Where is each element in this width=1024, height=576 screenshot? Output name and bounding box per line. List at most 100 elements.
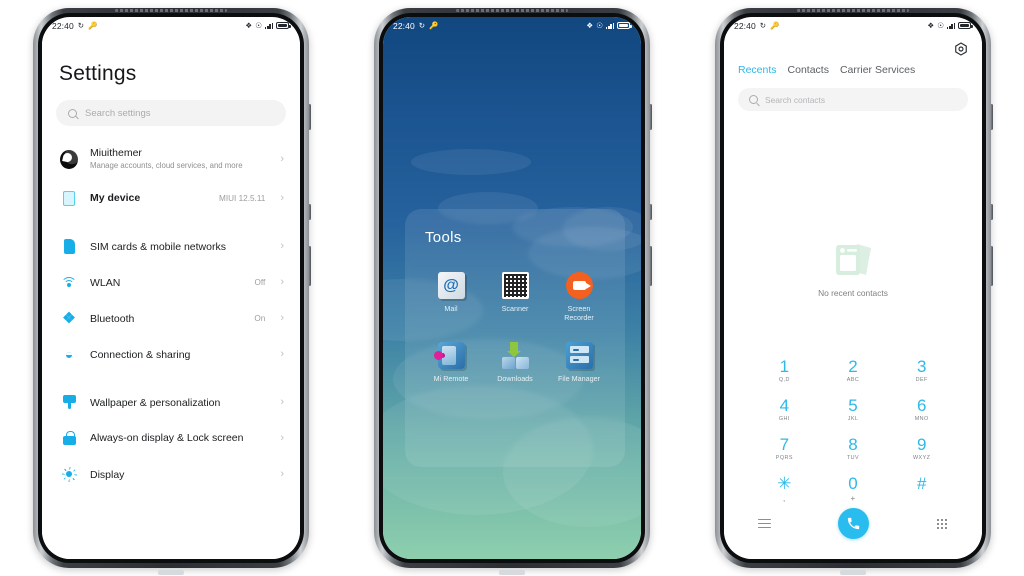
side-button-volume-down[interactable] bbox=[990, 204, 993, 220]
key-3[interactable]: 3 DEF bbox=[887, 352, 956, 391]
key-4[interactable]: 4 GHI bbox=[750, 391, 819, 430]
app-label: Mi Remote bbox=[433, 374, 469, 383]
app-label: Scanner bbox=[501, 304, 529, 313]
app-icon-screen-recorder[interactable]: Screen Recorder bbox=[547, 272, 611, 322]
key-2[interactable]: 2 ABC bbox=[819, 352, 888, 391]
qr-scanner-app-icon bbox=[501, 272, 529, 299]
app-icon-file-manager[interactable]: File Manager bbox=[547, 342, 611, 383]
earpiece-grill bbox=[797, 9, 909, 12]
bluetooth-icon: ❖ bbox=[62, 309, 76, 327]
key-number: 1 bbox=[779, 357, 790, 376]
tab-recents[interactable]: Recents bbox=[738, 64, 777, 76]
key-7[interactable]: 7 PQRS bbox=[750, 430, 819, 469]
key-number: 4 bbox=[779, 396, 790, 415]
account-text: Miuithemer Manage accounts, cloud servic… bbox=[90, 147, 268, 171]
key-number: ✳ bbox=[777, 474, 792, 493]
chevron-right-icon: › bbox=[280, 275, 284, 288]
bottom-port bbox=[840, 570, 866, 575]
side-button-power[interactable] bbox=[308, 246, 311, 286]
account-name: Miuithemer bbox=[90, 147, 142, 159]
side-button-volume-down[interactable] bbox=[649, 204, 652, 220]
row-label: Wallpaper & personalization bbox=[90, 397, 221, 409]
dialer-content: Recents Contacts Carrier Services Search… bbox=[724, 34, 982, 559]
key-9[interactable]: 9 WXYZ bbox=[887, 430, 956, 469]
side-button-power[interactable] bbox=[990, 246, 993, 286]
mi-remote-app-icon bbox=[433, 342, 465, 369]
sidebar-item-sim-cards[interactable]: SIM cards & mobile networks › bbox=[56, 228, 286, 264]
dialer-bottom-bar bbox=[724, 508, 982, 539]
folder-tools[interactable]: Tools Mail Scanner bbox=[405, 209, 625, 467]
tab-contacts[interactable]: Contacts bbox=[788, 64, 829, 76]
key-hash[interactable]: # bbox=[887, 469, 956, 508]
wallpaper-icon bbox=[60, 393, 78, 411]
account-subtitle: Manage accounts, cloud services, and mor… bbox=[90, 161, 243, 170]
sidebar-item-display[interactable]: Display › bbox=[56, 456, 286, 492]
row-text: WLAN bbox=[90, 273, 243, 291]
status-bar-right: ❖ ☉ bbox=[586, 20, 632, 30]
side-button-volume-up[interactable] bbox=[308, 104, 311, 130]
my-device-value: MIUI 12.5.11 bbox=[219, 193, 266, 203]
phone-bezel: 22:40 ↻ 🔑 ❖ ☉ Recents Contacts Carrier S… bbox=[720, 13, 986, 563]
folder-title: Tools bbox=[425, 229, 462, 246]
row-text: Display bbox=[90, 465, 268, 483]
app-icon-scanner[interactable]: Scanner bbox=[483, 272, 547, 322]
key-1[interactable]: 1 Q,D bbox=[750, 352, 819, 391]
keypad-row: 1 Q,D 2 ABC 3 DEF bbox=[750, 352, 956, 391]
app-icon-mail[interactable]: Mail bbox=[419, 272, 483, 322]
side-button-power[interactable] bbox=[649, 246, 652, 286]
settings-row-account[interactable]: Miuithemer Manage accounts, cloud servic… bbox=[56, 138, 286, 180]
app-icon-downloads[interactable]: Downloads bbox=[483, 342, 547, 383]
sidebar-item-wlan[interactable]: WLAN Off › bbox=[56, 264, 286, 300]
alarm-icon: ☉ bbox=[596, 20, 604, 30]
tab-carrier-services[interactable]: Carrier Services bbox=[840, 64, 915, 76]
gear-icon[interactable] bbox=[954, 42, 968, 56]
sidebar-item-connection-sharing[interactable]: ◒ Connection & sharing › bbox=[56, 336, 286, 372]
key-5[interactable]: 5 JKL bbox=[819, 391, 888, 430]
row-text: Always-on display & Lock screen bbox=[90, 432, 268, 445]
chevron-right-icon: › bbox=[280, 311, 284, 324]
bottom-port bbox=[499, 570, 525, 575]
search-contacts-input[interactable]: Search contacts bbox=[738, 88, 968, 111]
wifi-icon bbox=[60, 273, 78, 291]
key-number: 8 bbox=[848, 435, 858, 454]
vpn-key-icon: 🔑 bbox=[770, 20, 780, 30]
settings-content: Settings Search settings Miuithemer Mana… bbox=[42, 34, 300, 559]
side-button-volume-up[interactable] bbox=[990, 104, 993, 130]
dialer-keypad: 1 Q,D 2 ABC 3 DEF 4 GHI 5 JKL 6 MNO 7 PQ… bbox=[724, 352, 982, 508]
settings-row-my-device[interactable]: My device MIUI 12.5.11 › bbox=[56, 180, 286, 216]
battery-icon bbox=[958, 22, 973, 29]
chevron-right-icon: › bbox=[280, 467, 284, 480]
status-bar-left: 22:40 ↻ 🔑 bbox=[393, 21, 439, 31]
chevron-right-icon: › bbox=[280, 152, 284, 165]
row-text: SIM cards & mobile networks bbox=[90, 237, 253, 255]
sidebar-item-always-on-display[interactable]: Always-on display & Lock screen › bbox=[56, 420, 286, 456]
call-button-icon[interactable] bbox=[838, 508, 869, 539]
keypad-icon[interactable] bbox=[936, 517, 948, 530]
status-bar-right: ❖ ☉ bbox=[245, 20, 291, 30]
keypad-row: ✳ , 0 + # bbox=[750, 469, 956, 508]
key-8[interactable]: 8 TUV bbox=[819, 430, 888, 469]
key-star[interactable]: ✳ , bbox=[750, 469, 819, 508]
key-letters: ABC bbox=[846, 377, 860, 383]
row-text: Connection & sharing bbox=[90, 345, 253, 363]
section-divider bbox=[56, 372, 286, 384]
contact-cards-icon bbox=[830, 239, 876, 281]
search-icon bbox=[749, 95, 758, 104]
key-6[interactable]: 6 MNO bbox=[887, 391, 956, 430]
app-icon-mi-remote[interactable]: Mi Remote bbox=[419, 342, 483, 383]
side-button-volume-up[interactable] bbox=[649, 104, 652, 130]
sidebar-item-wallpaper[interactable]: Wallpaper & personalization › bbox=[56, 384, 286, 420]
key-0[interactable]: 0 + bbox=[819, 469, 888, 508]
bluetooth-icon: ❖ bbox=[245, 20, 253, 30]
brightness-icon bbox=[60, 465, 78, 483]
phone-screen-home: 22:40 ↻ 🔑 ❖ ☉ Tools @ Mail Scanner Scree… bbox=[383, 17, 641, 559]
lock-icon bbox=[60, 429, 78, 447]
phone-screen-dialer: 22:40 ↻ 🔑 ❖ ☉ Recents Contacts Carrier S… bbox=[724, 17, 982, 559]
search-settings-input[interactable]: Search settings bbox=[56, 100, 286, 126]
side-button-volume-down[interactable] bbox=[308, 204, 311, 220]
sidebar-item-bluetooth[interactable]: ❖ Bluetooth On › bbox=[56, 300, 286, 336]
hamburger-menu-icon[interactable] bbox=[758, 519, 771, 528]
earpiece-grill bbox=[115, 9, 227, 12]
device-icon bbox=[60, 189, 78, 207]
keypad-row: 4 GHI 5 JKL 6 MNO bbox=[750, 391, 956, 430]
